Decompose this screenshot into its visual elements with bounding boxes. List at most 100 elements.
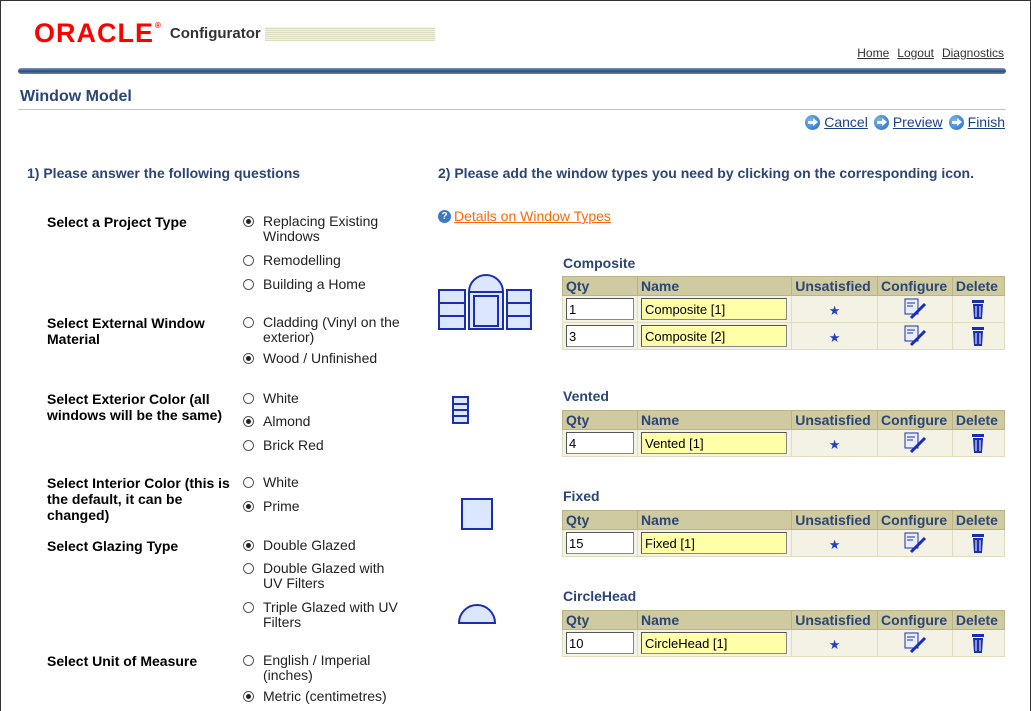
col-qty: Qty bbox=[562, 410, 638, 430]
table-row: ★ bbox=[562, 629, 1006, 657]
logout-link[interactable]: Logout bbox=[897, 46, 934, 60]
radio-option[interactable]: Wood / Unfinished bbox=[243, 351, 403, 366]
table-row: ★ bbox=[562, 295, 1006, 323]
radio-option[interactable]: Building a Home bbox=[243, 277, 403, 292]
question-label: Select Glazing Type bbox=[47, 538, 179, 554]
circlehead-table: Qty Name Unsatisfied Configure Delete ★ bbox=[562, 610, 1006, 657]
col-unsatisfied: Unsatisfied bbox=[791, 510, 879, 530]
brand-stripes bbox=[264, 26, 435, 41]
radio-button[interactable] bbox=[243, 317, 254, 328]
configure-icon[interactable] bbox=[903, 432, 927, 454]
fixed-window-icon[interactable] bbox=[460, 497, 494, 531]
col-configure: Configure bbox=[877, 610, 953, 630]
radio-option[interactable]: Almond bbox=[243, 414, 403, 429]
radio-option[interactable]: English / Imperial (inches) bbox=[243, 653, 403, 683]
radio-option[interactable]: Replacing Existing Windows bbox=[243, 214, 403, 244]
trash-icon[interactable] bbox=[966, 632, 990, 654]
global-links: Home Logout Diagnostics bbox=[857, 46, 1004, 60]
radio-button[interactable] bbox=[243, 540, 254, 551]
unsatisfied-star-icon: ★ bbox=[828, 303, 841, 318]
name-input[interactable] bbox=[641, 325, 787, 347]
configure-icon[interactable] bbox=[903, 325, 927, 347]
radio-button[interactable] bbox=[243, 393, 254, 404]
radio-button[interactable] bbox=[243, 416, 254, 427]
radio-button[interactable] bbox=[243, 353, 254, 364]
qty-input[interactable] bbox=[566, 532, 634, 554]
col-delete: Delete bbox=[951, 610, 1006, 630]
vented-table: Qty Name Unsatisfied Configure Delete ★ bbox=[562, 410, 1006, 457]
name-input[interactable] bbox=[641, 632, 787, 654]
radio-option[interactable]: Double Glazed bbox=[243, 538, 403, 553]
diagnostics-link[interactable]: Diagnostics bbox=[942, 46, 1004, 60]
question-label: Select External Window Material bbox=[47, 315, 205, 347]
name-input[interactable] bbox=[641, 432, 787, 454]
col-delete: Delete bbox=[951, 510, 1006, 530]
configure-icon[interactable] bbox=[903, 532, 927, 554]
radio-button[interactable] bbox=[243, 216, 254, 227]
page-title: Window Model bbox=[20, 88, 132, 105]
window-types-heading: 2) Please add the window types you need … bbox=[438, 165, 974, 181]
arrow-right-icon bbox=[805, 114, 821, 130]
unsatisfied-star-icon: ★ bbox=[828, 637, 841, 652]
table-header-row: Qty Name Unsatisfied Configure Delete bbox=[562, 276, 1006, 296]
trash-icon[interactable] bbox=[966, 325, 990, 347]
cancel-button[interactable]: Cancel bbox=[805, 114, 868, 130]
window-types-help[interactable]: ? Details on Window Types bbox=[438, 208, 611, 224]
group-title-vented: Vented bbox=[563, 388, 609, 404]
radio-option[interactable]: Brick Red bbox=[243, 438, 403, 453]
brand: ORACLE® Configurator bbox=[34, 20, 435, 47]
radio-button[interactable] bbox=[243, 440, 254, 451]
col-delete: Delete bbox=[951, 276, 1006, 296]
app-frame bbox=[0, 0, 1031, 711]
unsatisfied-star-icon: ★ bbox=[828, 437, 841, 452]
name-input[interactable] bbox=[641, 532, 787, 554]
configure-icon[interactable] bbox=[903, 298, 927, 320]
table-header-row: Qty Name Unsatisfied Configure Delete bbox=[562, 510, 1006, 530]
radio-button[interactable] bbox=[243, 691, 254, 702]
col-delete: Delete bbox=[951, 410, 1006, 430]
composite-window-icon[interactable] bbox=[437, 262, 533, 330]
radio-option[interactable]: Double Glazed with UV Filters bbox=[243, 561, 403, 591]
finish-button[interactable]: Finish bbox=[948, 114, 1005, 130]
radio-option[interactable]: Triple Glazed with UV Filters bbox=[243, 600, 403, 630]
col-configure: Configure bbox=[877, 510, 953, 530]
details-window-types-link[interactable]: Details on Window Types bbox=[454, 208, 611, 224]
name-input[interactable] bbox=[641, 298, 787, 320]
radio-option[interactable]: Cladding (Vinyl on the exterior) bbox=[243, 315, 403, 345]
col-qty: Qty bbox=[562, 276, 638, 296]
trash-icon[interactable] bbox=[966, 532, 990, 554]
radio-option[interactable]: Prime bbox=[243, 499, 403, 514]
trash-icon[interactable] bbox=[966, 432, 990, 454]
question-label: Select Interior Color (this is the defau… bbox=[47, 475, 230, 523]
group-title-fixed: Fixed bbox=[563, 488, 600, 504]
table-row: ★ bbox=[562, 429, 1006, 457]
radio-option[interactable]: Metric (centimetres) bbox=[243, 689, 403, 704]
radio-button[interactable] bbox=[243, 255, 254, 266]
radio-button[interactable] bbox=[243, 279, 254, 290]
qty-input[interactable] bbox=[566, 298, 634, 320]
radio-option[interactable]: Remodelling bbox=[243, 253, 403, 268]
home-link[interactable]: Home bbox=[857, 46, 889, 60]
trash-icon[interactable] bbox=[966, 298, 990, 320]
radio-button[interactable] bbox=[243, 655, 254, 666]
preview-button[interactable]: Preview bbox=[873, 114, 943, 130]
col-qty: Qty bbox=[562, 610, 638, 630]
col-configure: Configure bbox=[877, 410, 953, 430]
radio-option[interactable]: White bbox=[243, 475, 403, 490]
radio-button[interactable] bbox=[243, 602, 254, 613]
qty-input[interactable] bbox=[566, 432, 634, 454]
configure-icon[interactable] bbox=[903, 632, 927, 654]
col-configure: Configure bbox=[877, 276, 953, 296]
radio-option[interactable]: White bbox=[243, 391, 403, 406]
qty-input[interactable] bbox=[566, 632, 634, 654]
radio-button[interactable] bbox=[243, 563, 254, 574]
col-qty: Qty bbox=[562, 510, 638, 530]
vented-window-icon[interactable] bbox=[451, 395, 471, 425]
radio-button[interactable] bbox=[243, 501, 254, 512]
question-label: Select Unit of Measure bbox=[47, 653, 198, 669]
circlehead-window-icon[interactable] bbox=[456, 602, 498, 626]
radio-button[interactable] bbox=[243, 477, 254, 488]
unsatisfied-star-icon: ★ bbox=[828, 537, 841, 552]
qty-input[interactable] bbox=[566, 325, 634, 347]
title-divider bbox=[18, 109, 1006, 110]
